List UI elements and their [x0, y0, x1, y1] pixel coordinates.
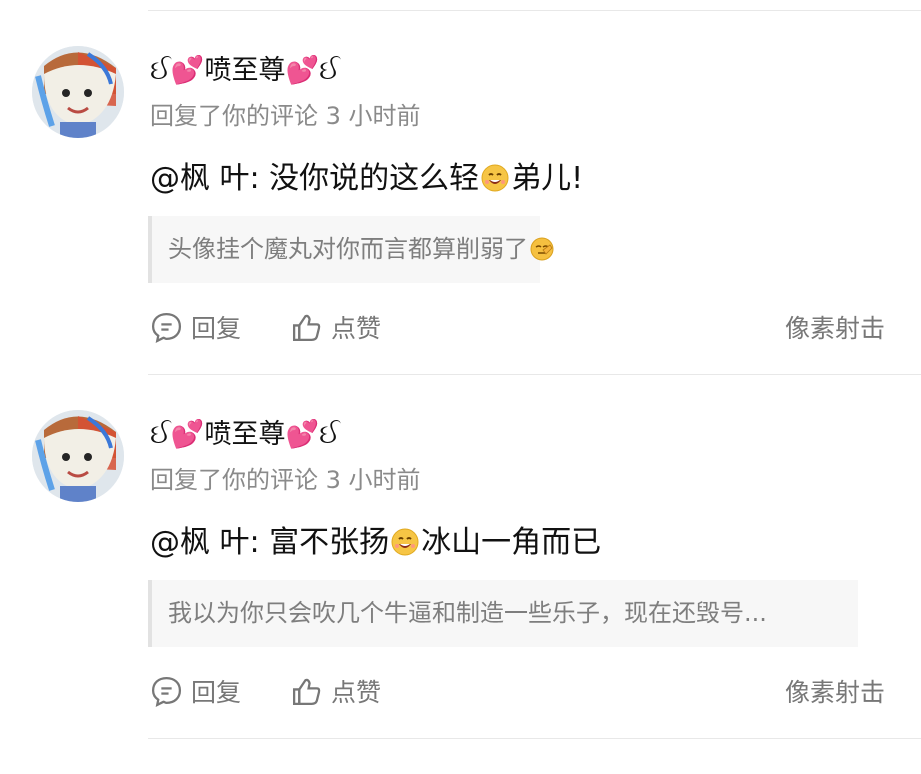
avatar[interactable]: [32, 46, 124, 138]
reply-text: @枫 叶: 没你说的这么轻 弟儿!: [150, 160, 583, 198]
comment-icon: [151, 312, 182, 343]
avatar-image: [32, 46, 124, 138]
quote-text: 我以为你只会吹几个牛逼和制造一些乐子，现在还毁号...: [168, 599, 767, 627]
pixel-shoot-button[interactable]: 像素射击: [785, 674, 885, 708]
reply-suffix: 冰山一角而已: [421, 525, 602, 560]
reply-label: 回复: [191, 314, 242, 343]
pixel-shoot-button[interactable]: 像素射击: [785, 310, 885, 344]
avatar[interactable]: [32, 410, 124, 502]
comment-icon: [151, 676, 182, 707]
avatar-image: [32, 410, 124, 502]
reply-label: 回复: [191, 678, 242, 707]
bottom-divider: [148, 738, 921, 739]
reply-text: @枫 叶: 富不张扬 冰山一角而已: [150, 524, 601, 562]
like-label: 点赞: [331, 314, 382, 343]
card-divider: [148, 374, 921, 375]
username[interactable]: ઈ💕喷至尊💕ઈ: [150, 54, 340, 88]
quoted-comment[interactable]: 我以为你只会吹几个牛逼和制造一些乐子，现在还毁号...: [148, 580, 858, 647]
quoted-comment[interactable]: 头像挂个魔丸对你而言都算削弱了: [148, 216, 554, 283]
laughing-emoji-icon: [391, 528, 419, 556]
like-button[interactable]: 点赞: [290, 674, 381, 708]
laughing-emoji-icon: [481, 164, 509, 192]
pixel-shoot-label: 像素射击: [784, 314, 885, 343]
notification-item[interactable]: ઈ💕喷至尊💕ઈ 回复了你的评论 3 小时前 @枫 叶: 富不张扬 冰山一角而已 …: [0, 410, 921, 774]
notification-meta: 回复了你的评论 3 小时前: [150, 102, 421, 130]
quote-text: 头像挂个魔丸对你而言都算削弱了: [168, 235, 528, 263]
username[interactable]: ઈ💕喷至尊💕ઈ: [150, 418, 340, 452]
thumbs-up-icon: [292, 314, 321, 341]
reply-prefix: @枫 叶: 富不张扬: [150, 525, 390, 560]
notification-actions: 回复 点赞 像素射击: [150, 674, 885, 708]
thumbs-up-icon: [292, 678, 321, 705]
reply-suffix: 弟儿!: [511, 161, 584, 196]
facepalm-emoji-icon: [530, 220, 554, 261]
reply-button[interactable]: 回复: [150, 674, 241, 708]
top-divider: [148, 10, 921, 11]
like-label: 点赞: [331, 678, 382, 707]
notification-meta: 回复了你的评论 3 小时前: [150, 466, 421, 494]
pixel-shoot-label: 像素射击: [784, 678, 885, 707]
reply-prefix: @枫 叶: 没你说的这么轻: [150, 161, 480, 196]
reply-button[interactable]: 回复: [150, 310, 241, 344]
notification-actions: 回复 点赞 像素射击: [150, 310, 885, 344]
like-button[interactable]: 点赞: [290, 310, 381, 344]
notification-item[interactable]: ઈ💕喷至尊💕ઈ 回复了你的评论 3 小时前 @枫 叶: 没你说的这么轻 弟儿! …: [0, 46, 921, 410]
